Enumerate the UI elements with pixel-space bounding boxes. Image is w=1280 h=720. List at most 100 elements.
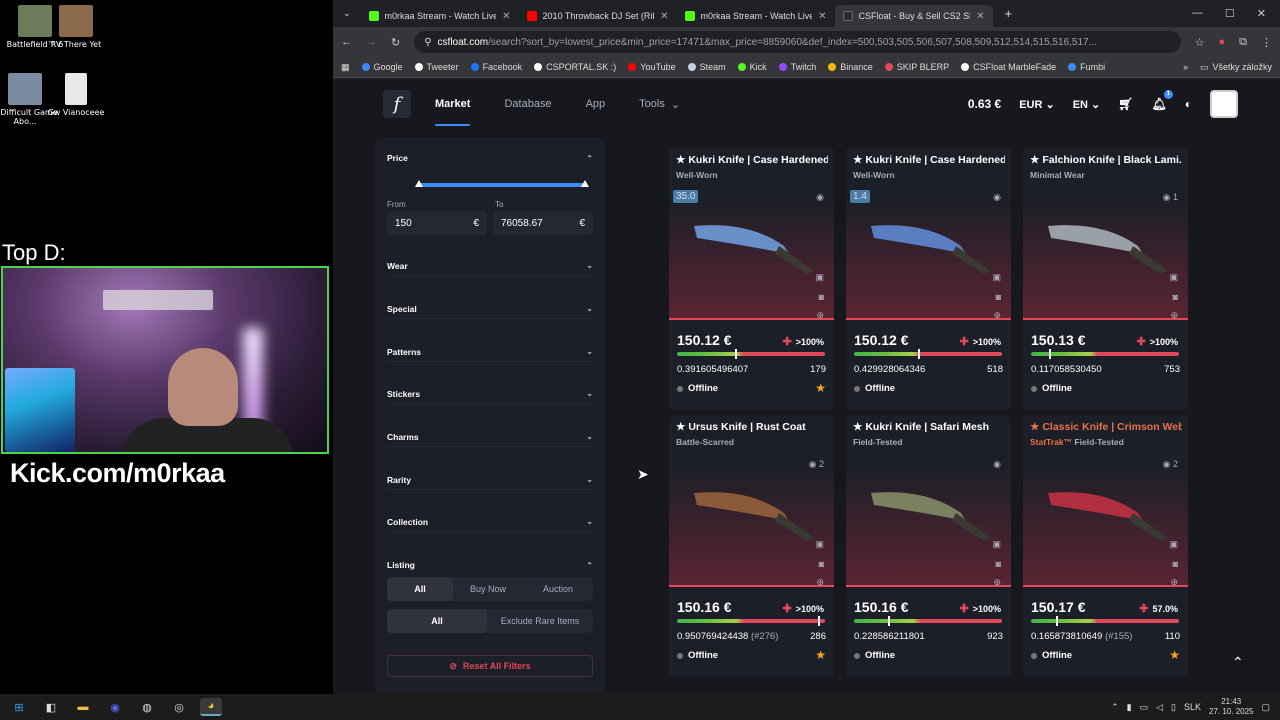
bookmark-csportal[interactable]: CSPORTAL.SK :)	[534, 62, 616, 72]
bookmark-fumbi[interactable]: Fumbi	[1068, 62, 1105, 72]
tab-kick-2[interactable]: m0rkaa Stream - Watch Live on✕	[677, 5, 835, 27]
price-to-input[interactable]: 76058.67 €	[493, 211, 593, 235]
star-bookmark-icon[interactable]: ☆	[1195, 36, 1205, 49]
tab-csfloat[interactable]: CSFloat - Buy & Sell CS2 Skins✕	[834, 5, 993, 27]
desktop-icon-rv-there-yet[interactable]: RV There Yet	[41, 5, 111, 49]
obs-icon[interactable]: ◎	[168, 698, 190, 716]
nav-database[interactable]: Database	[504, 80, 551, 128]
camera-icon[interactable]: ◙	[1173, 292, 1178, 302]
tab-kick-1[interactable]: m0rkaa Stream - Watch Live on✕	[361, 5, 519, 27]
language-select[interactable]: EN ⌄	[1073, 98, 1101, 111]
nav-market[interactable]: Market	[435, 80, 471, 128]
extensions-puzzle-icon[interactable]: ⧉	[1239, 36, 1247, 49]
screenshot-icon[interactable]: ▣	[815, 539, 824, 550]
filter-stickers[interactable]: Stickers ⌄	[387, 384, 593, 404]
windows-start-icon[interactable]: ⊞	[8, 698, 30, 716]
bookmark-youtube[interactable]: YouTube	[628, 62, 676, 72]
pinned-app-icon[interactable]: ◧	[40, 698, 62, 716]
camera-icon[interactable]: ◙	[996, 559, 1001, 569]
slider-min-handle[interactable]	[415, 180, 423, 187]
item-image[interactable]: ◉ ▣ ◙ ⊕	[846, 453, 1011, 587]
bookmark-google[interactable]: Google	[361, 62, 403, 72]
notifications-icon[interactable]: ▢	[1261, 702, 1270, 713]
forward-icon[interactable]: →	[366, 36, 377, 48]
screenshot-icon[interactable]: ▣	[992, 272, 1001, 283]
exclude-rare-button[interactable]: Exclude Rare Items	[487, 609, 593, 633]
star-icon[interactable]: ★	[1169, 648, 1180, 662]
item-name[interactable]: ★ Kukri Knife | Safari Mesh	[853, 421, 1005, 433]
bookmark-kick[interactable]: Kick	[737, 62, 767, 72]
tray-up-icon[interactable]: ⌃	[1111, 702, 1119, 713]
reset-filters-button[interactable]: ⊘ Reset All Filters	[387, 655, 593, 677]
filter-wear[interactable]: Wear ⌄	[387, 256, 593, 276]
bookmark-csfloat-marblefade[interactable]: CSFloat MarbleFade	[961, 62, 1056, 72]
filter-patterns[interactable]: Patterns ⌄	[387, 342, 593, 362]
new-tab-icon[interactable]: +	[1005, 6, 1013, 21]
bookmark-steam[interactable]: Steam	[687, 62, 726, 72]
camera-icon[interactable]: ◙	[819, 292, 824, 302]
balance[interactable]: 0.63 €	[968, 97, 1001, 111]
tab-search-icon[interactable]: ⌄	[343, 8, 351, 19]
item-image[interactable]: ◉ 2 ▣ ◙ ⊕	[669, 453, 834, 587]
filter-collection[interactable]: Collection ⌄	[387, 512, 593, 532]
mic-icon[interactable]: ▮	[1127, 702, 1132, 713]
menu-icon[interactable]: ⋮	[1261, 36, 1272, 49]
minimize-icon[interactable]: —	[1192, 7, 1203, 20]
item-name[interactable]: ★ Kukri Knife | Case Hardened	[853, 154, 1005, 166]
zoom-icon[interactable]: ⊕	[816, 310, 824, 321]
tab-youtube[interactable]: 2010 Throwback DJ Set (Rihann✕	[519, 5, 677, 27]
zoom-icon[interactable]: ⊕	[1170, 577, 1178, 588]
desktop-icon-gw-vianoceee[interactable]: Gw Vianoceee	[41, 73, 111, 117]
chrome-icon[interactable]: ◕	[200, 698, 222, 716]
cart-icon[interactable]: 🛒︎	[1118, 97, 1133, 111]
volume-icon[interactable]: ◁	[1156, 702, 1163, 713]
price-slider[interactable]	[415, 180, 589, 187]
scroll-top-icon[interactable]: ⌃	[1232, 654, 1244, 671]
csfloat-logo[interactable]: f	[383, 90, 411, 118]
apps-grid-icon[interactable]: ▦	[341, 62, 350, 73]
close-icon[interactable]: ✕	[660, 11, 668, 22]
discord-icon[interactable]: ◉	[104, 698, 126, 716]
nav-tools[interactable]: Tools ⌄	[639, 80, 680, 128]
close-icon[interactable]: ✕	[818, 11, 826, 22]
screenshot-icon[interactable]: ▣	[1169, 539, 1178, 550]
palette-icon[interactable]: ◐	[1185, 97, 1192, 111]
camera-icon[interactable]: ◙	[1173, 559, 1178, 569]
item-image[interactable]: 1.4 ◉ ▣ ◙ ⊕	[846, 186, 1011, 320]
keyboard-language[interactable]: SLK	[1184, 702, 1201, 712]
site-info-icon[interactable]: ⚲	[424, 37, 431, 48]
battery-icon[interactable]: ▯	[1171, 702, 1176, 713]
zoom-icon[interactable]: ⊕	[993, 577, 1001, 588]
back-icon[interactable]: ←	[341, 36, 352, 48]
bookmark-skip-blerp[interactable]: SKIP BLERP	[884, 62, 949, 72]
reload-icon[interactable]: ↻	[391, 36, 400, 49]
filter-special[interactable]: Special ⌄	[387, 299, 593, 319]
star-icon[interactable]: ★	[815, 648, 826, 662]
filter-rarity[interactable]: Rarity ⌄	[387, 470, 593, 490]
network-icon[interactable]: ▭	[1140, 702, 1149, 713]
close-icon[interactable]: ✕	[976, 11, 984, 22]
close-icon[interactable]: ✕	[502, 11, 510, 22]
listing-card[interactable]: ★ Kukri Knife | Case Hardened Well-Worn 35…	[669, 148, 834, 410]
zoom-icon[interactable]: ⊕	[1170, 310, 1178, 321]
bell-icon[interactable]: 🔔︎ 1	[1152, 90, 1173, 111]
maximize-icon[interactable]: ☐	[1225, 7, 1235, 20]
item-name[interactable]: ★ Kukri Knife | Case Hardened	[676, 154, 828, 166]
bookmark-binance[interactable]: Binance	[828, 62, 873, 72]
url-bar[interactable]: ⚲ csfloat.com/search?sort_by=lowest_pric…	[414, 31, 1181, 53]
item-image[interactable]: ◉ 2 ▣ ◙ ⊕	[1023, 453, 1188, 587]
item-name[interactable]: ★ Falchion Knife | Black Lami...	[1030, 154, 1182, 166]
camera-icon[interactable]: ◙	[819, 559, 824, 569]
all-bookmarks[interactable]: ▭ Všetky záložky	[1200, 62, 1272, 73]
listing-card[interactable]: ★ Kukri Knife | Case Hardened Well-Worn 1.…	[846, 148, 1011, 410]
item-image[interactable]: 35.0 ◉ ▣ ◙ ⊕	[669, 186, 834, 320]
screenshot-icon[interactable]: ▣	[992, 539, 1001, 550]
rare-all-button[interactable]: All	[387, 609, 487, 633]
bookmark-facebook[interactable]: Facebook	[470, 62, 522, 72]
filter-listing[interactable]: Listing ⌃	[387, 555, 593, 575]
currency-select[interactable]: EUR ⌄	[1019, 98, 1055, 111]
avatar[interactable]	[1210, 90, 1238, 118]
screenshot-icon[interactable]: ▣	[815, 272, 824, 283]
zoom-icon[interactable]: ⊕	[816, 577, 824, 588]
item-image[interactable]: ◉ 1 ▣ ◙ ⊕	[1023, 186, 1188, 320]
